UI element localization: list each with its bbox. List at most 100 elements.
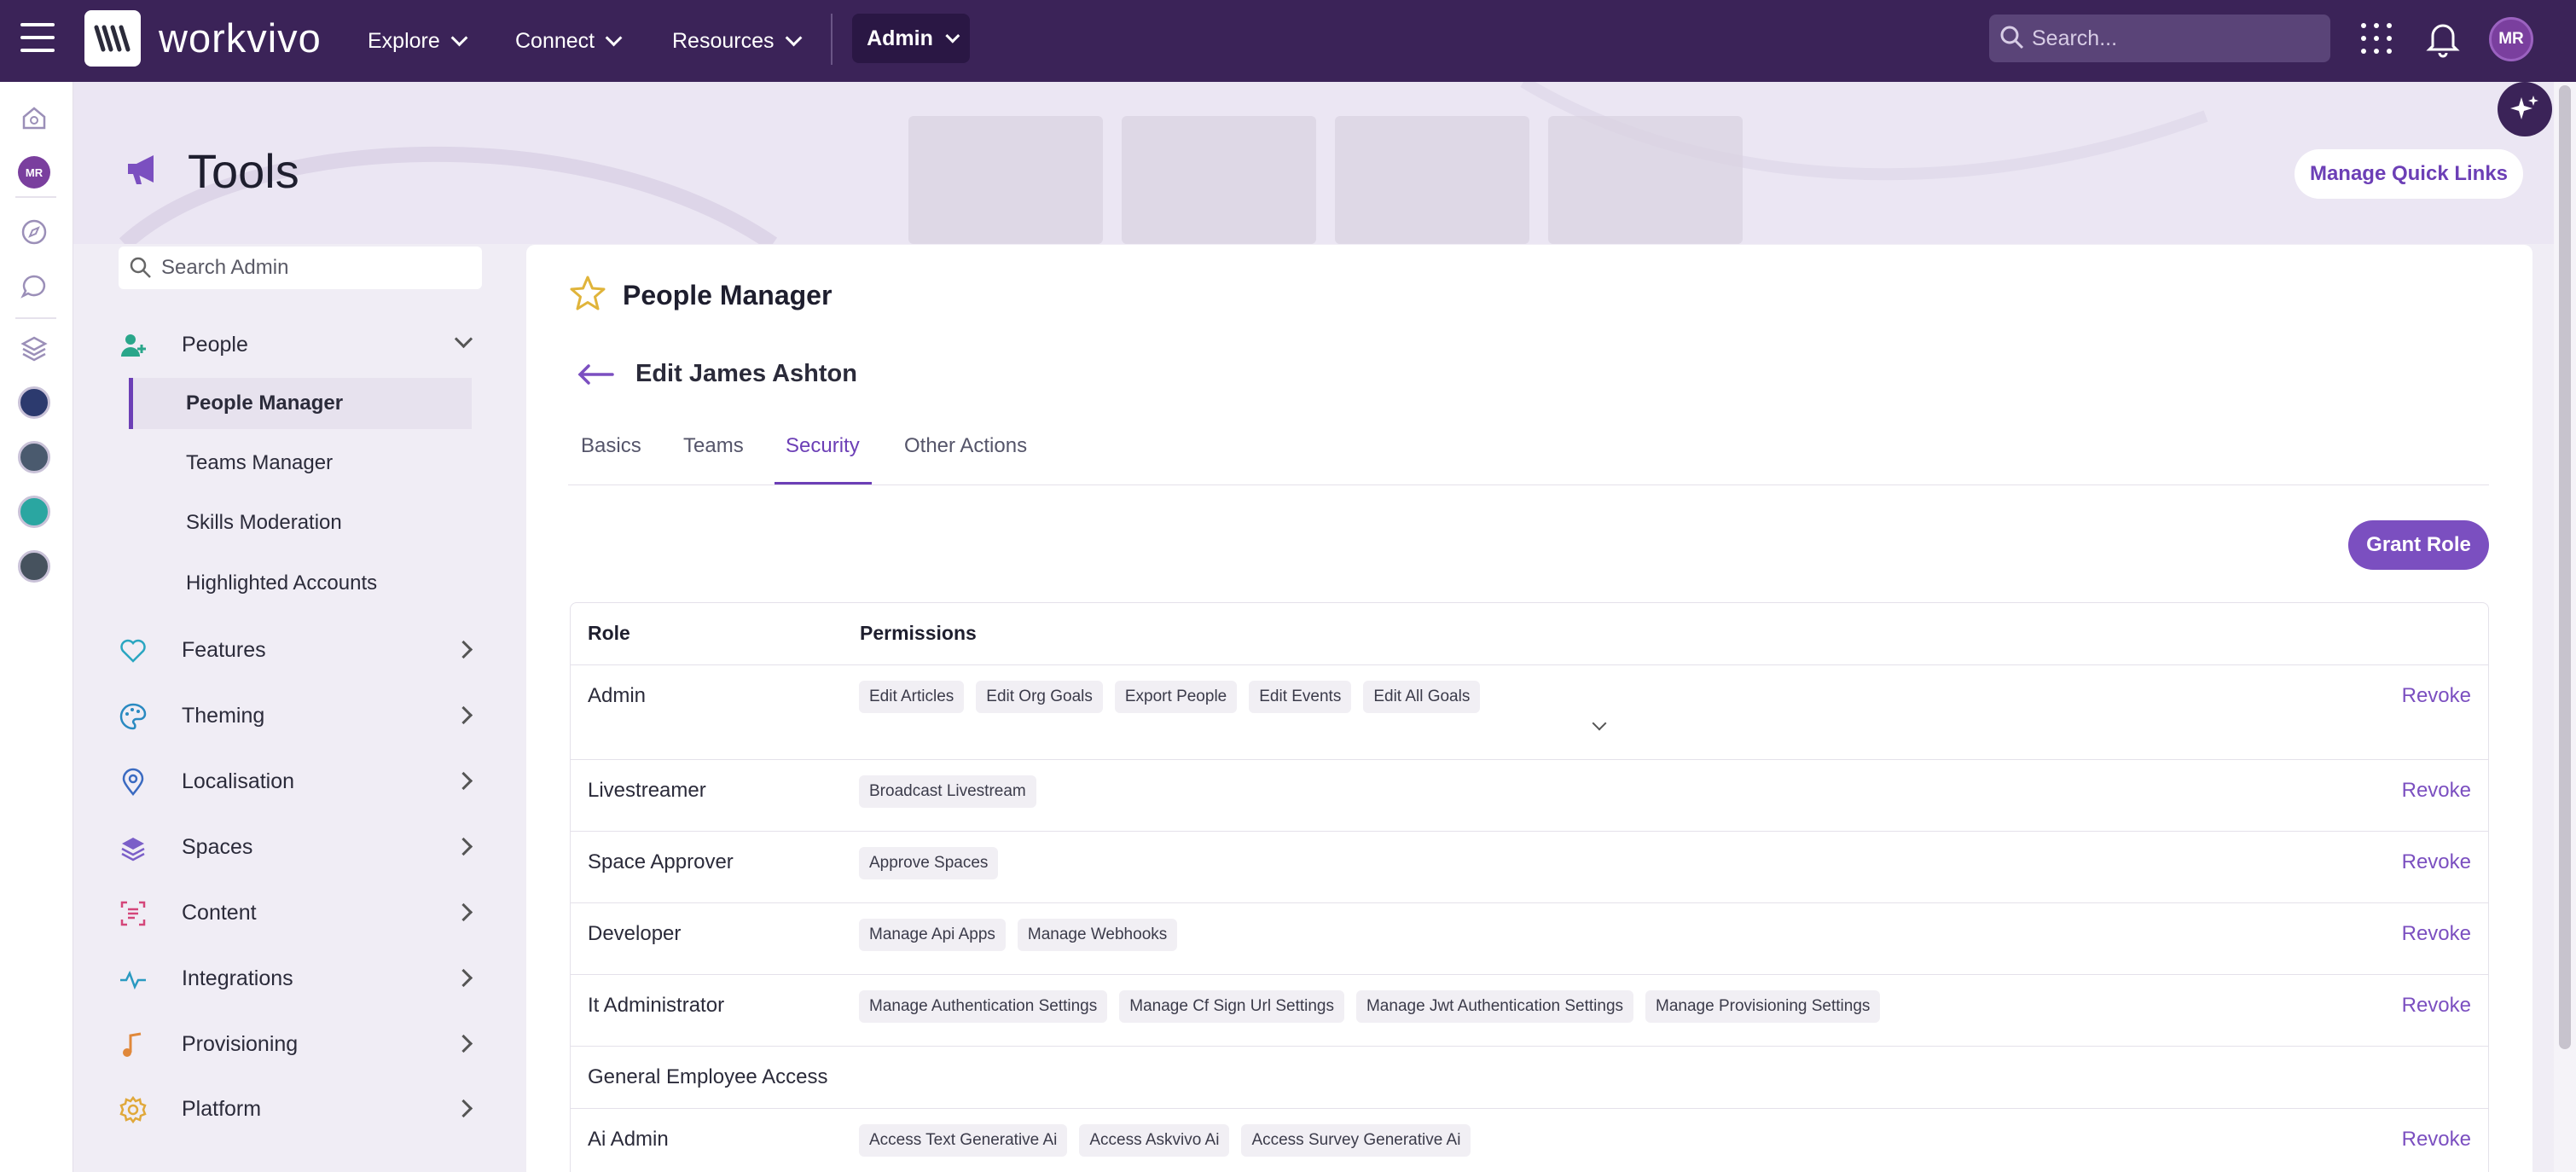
sidebar-item-spaces[interactable]: Spaces (119, 823, 482, 871)
rail-avatar[interactable]: MR (17, 155, 51, 189)
back-arrow-icon[interactable] (577, 362, 614, 387)
layers-icon[interactable] (17, 331, 51, 365)
revoke-button[interactable]: Revoke (2402, 922, 2471, 946)
sidebar-item-people-manager[interactable]: People Manager (129, 378, 472, 429)
compass-icon[interactable] (17, 215, 51, 249)
revoke-button[interactable]: Revoke (2402, 779, 2471, 803)
chevron-right-icon (454, 705, 473, 725)
add-user-icon (121, 334, 146, 357)
permission-chip: Manage Provisioning Settings (1645, 990, 1881, 1023)
bell-icon[interactable] (2424, 19, 2462, 58)
chevron-right-icon (454, 771, 473, 791)
banner-photo (1122, 116, 1316, 244)
permission-chip: Access Text Generative Ai (859, 1124, 1068, 1157)
section-title: People Manager (623, 280, 833, 310)
nav-explore-label: Explore (368, 28, 440, 53)
revoke-button[interactable]: Revoke (2402, 994, 2471, 1018)
role-name: General Employee Access (588, 1065, 828, 1088)
sidebar-item-content[interactable]: Content (119, 889, 482, 937)
nav-explore[interactable]: Explore (368, 0, 468, 82)
permission-list: Approve Spaces (859, 847, 1010, 879)
nav-connect[interactable]: Connect (515, 0, 623, 82)
manage-quick-links-button[interactable]: Manage Quick Links (2295, 149, 2523, 199)
sidebar-item-skills-moderation[interactable]: Skills Moderation (129, 497, 472, 548)
space-icon[interactable] (17, 495, 51, 529)
star-icon[interactable] (568, 275, 607, 312)
nav-resources[interactable]: Resources (672, 0, 802, 82)
search-icon (130, 257, 151, 278)
sidebar-item-label: Localisation (182, 769, 295, 793)
permission-chip: Approve Spaces (859, 847, 999, 879)
permission-chip: Manage Jwt Authentication Settings (1355, 990, 1634, 1023)
megaphone-icon (128, 155, 154, 184)
location-pin-icon (122, 768, 144, 796)
permission-chip: Manage Api Apps (859, 919, 1006, 951)
sidebar-item-label: Content (182, 900, 257, 925)
space-icon[interactable] (17, 549, 51, 583)
tab-security[interactable]: Security (786, 434, 860, 458)
top-bar: workvivo Explore Connect Resources Admin… (0, 0, 2576, 82)
sidebar-item-theming[interactable]: Theming (119, 692, 482, 740)
nav-divider (831, 14, 833, 65)
active-tab-indicator (775, 482, 872, 484)
chevron-right-icon (454, 902, 473, 922)
permission-chip: Edit Articles (859, 681, 965, 713)
tab-teams[interactable]: Teams (683, 434, 744, 458)
palette-icon (119, 703, 147, 730)
tabs-divider (568, 484, 2489, 485)
menu-icon[interactable] (20, 23, 55, 52)
music-note-icon (123, 1032, 142, 1057)
grant-role-button[interactable]: Grant Role (2348, 520, 2489, 570)
global-search-input[interactable]: Search... (1989, 15, 2330, 62)
tab-other-actions[interactable]: Other Actions (904, 434, 1027, 458)
heart-icon (120, 639, 146, 663)
sidebar-item-label: Features (182, 637, 266, 662)
content-frame-icon (120, 901, 146, 926)
permission-chip: Access Survey Generative Ai (1241, 1124, 1471, 1157)
revoke-button[interactable]: Revoke (2402, 850, 2471, 874)
permission-chip: Edit All Goals (1363, 681, 1481, 713)
space-icon[interactable] (17, 440, 51, 474)
sidebar-item-teams-manager[interactable]: Teams Manager (129, 438, 472, 489)
apps-grid-icon[interactable] (2361, 23, 2392, 54)
search-placeholder: Search... (2032, 26, 2118, 50)
table-row: Livestreamer Broadcast Livestream Revoke (571, 759, 2488, 831)
chevron-right-icon (454, 837, 473, 856)
revoke-button[interactable]: Revoke (2402, 684, 2471, 708)
chat-icon[interactable] (17, 270, 51, 304)
permission-chip: Manage Webhooks (1017, 919, 1178, 951)
scrollbar-thumb[interactable] (2559, 85, 2571, 1049)
workvivo-logo-icon[interactable] (84, 10, 141, 67)
admin-search-input[interactable]: Search Admin (119, 247, 482, 289)
sidebar-item-platform[interactable]: Platform (119, 1085, 482, 1133)
page-title: Tools (188, 144, 299, 198)
permission-chip: Access Askvivo Ai (1079, 1124, 1230, 1157)
rail-divider (15, 196, 56, 198)
chevron-down-icon (454, 329, 473, 349)
sidebar-item-people[interactable]: People (119, 321, 482, 368)
column-header-role: Role (588, 622, 630, 644)
column-header-permissions: Permissions (860, 622, 977, 644)
admin-menu-button[interactable]: Admin (852, 14, 970, 63)
sidebar-item-label: Integrations (182, 966, 293, 990)
home-icon[interactable] (17, 101, 51, 135)
chevron-down-icon (605, 29, 623, 47)
tab-basics[interactable]: Basics (581, 434, 641, 458)
chevron-right-icon (454, 640, 473, 659)
ai-sparkle-icon[interactable] (2498, 82, 2552, 136)
role-name: It Administrator (588, 994, 725, 1017)
role-name: Livestreamer (588, 779, 706, 802)
sidebar-item-highlighted-accounts[interactable]: Highlighted Accounts (129, 558, 472, 609)
revoke-button[interactable]: Revoke (2402, 1128, 2471, 1152)
sidebar-item-features[interactable]: Features (119, 626, 482, 674)
user-avatar[interactable]: MR (2489, 17, 2533, 61)
role-name: Space Approver (588, 850, 734, 873)
sidebar-item-provisioning[interactable]: Provisioning (119, 1020, 482, 1068)
permission-list: Manage Authentication Settings Manage Cf … (859, 990, 1892, 1023)
gear-icon (119, 1095, 147, 1124)
banner-photo (1335, 116, 1529, 244)
sidebar-item-integrations[interactable]: Integrations (119, 954, 482, 1002)
sidebar-item-localisation[interactable]: Localisation (119, 757, 482, 805)
space-icon[interactable] (17, 386, 51, 420)
chevron-down-icon[interactable] (1592, 716, 1607, 731)
